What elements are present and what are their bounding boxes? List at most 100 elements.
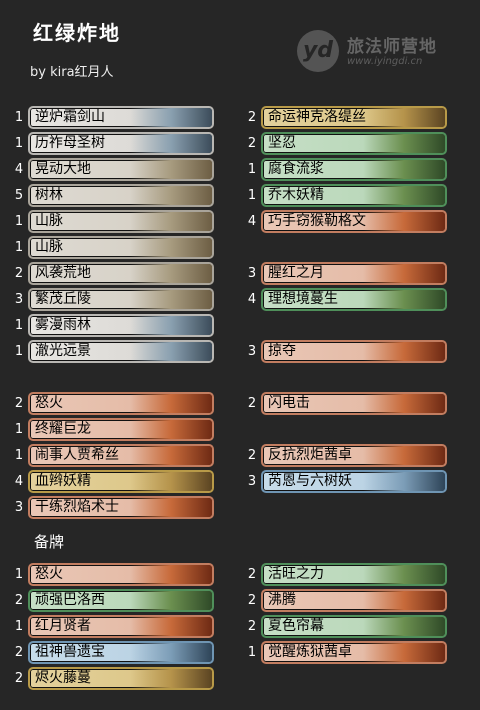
card-bar[interactable]: 红月贤者 (28, 615, 214, 638)
card-bar[interactable]: 腐食流浆 (261, 158, 447, 181)
card-row[interactable]: 1 逆炉霜剑山 (12, 106, 232, 129)
card-count: 5 (14, 188, 24, 203)
card-bar[interactable]: 繁茂丘陵 (28, 288, 214, 311)
card-row[interactable]: 1 红月贤者 (12, 615, 232, 638)
card-count: 3 (247, 474, 257, 489)
card-bar[interactable]: 血辫妖精 (28, 470, 214, 493)
card-count: 1 (14, 214, 24, 229)
card-name: 闪电击 (268, 395, 310, 411)
card-row[interactable]: 1 澈光远景 (12, 340, 232, 363)
card-art-thumbnail (130, 565, 212, 584)
card-count: 1 (14, 344, 24, 359)
card-name: 终耀巨龙 (35, 421, 91, 437)
card-row[interactable]: 1 腐食流浆 (245, 158, 465, 181)
card-row[interactable]: 2 怒火 (12, 392, 232, 415)
card-bar[interactable]: 命运神克洛缇丝 (261, 106, 447, 129)
card-row[interactable]: 5 树林 (12, 184, 232, 207)
card-count: 4 (247, 292, 257, 307)
card-count: 1 (14, 110, 24, 125)
card-name: 坚忍 (268, 135, 296, 151)
card-bar[interactable]: 沸腾 (261, 589, 447, 612)
card-row[interactable]: 2 烬火藤蔓 (12, 667, 232, 690)
card-row[interactable]: 2 坚忍 (245, 132, 465, 155)
card-row[interactable]: 1 乔木妖精 (245, 184, 465, 207)
card-bar[interactable]: 终耀巨龙 (28, 418, 214, 441)
card-row[interactable]: 1 怒火 (12, 563, 232, 586)
card-bar[interactable]: 巧手窃猴勒格文 (261, 210, 447, 233)
card-row[interactable]: 1 山脉 (12, 236, 232, 259)
card-count: 4 (247, 214, 257, 229)
card-row[interactable]: 2 命运神克洛缇丝 (245, 106, 465, 129)
card-row[interactable]: 3 繁茂丘陵 (12, 288, 232, 311)
card-row[interactable]: 3 芮恩与六树妖 (245, 470, 465, 493)
card-bar[interactable]: 闹事人贾希丝 (28, 444, 214, 467)
card-bar[interactable]: 干练烈焰术士 (28, 496, 214, 519)
card-art-thumbnail (130, 160, 212, 179)
card-name: 干练烈焰术士 (35, 499, 119, 515)
card-bar[interactable]: 掠夺 (261, 340, 447, 363)
card-row[interactable]: 1 闹事人贾希丝 (12, 444, 232, 467)
card-bar[interactable]: 山脉 (28, 210, 214, 233)
card-bar[interactable]: 澈光远景 (28, 340, 214, 363)
card-bar[interactable]: 芮恩与六树妖 (261, 470, 447, 493)
card-row[interactable]: 2 沸腾 (245, 589, 465, 612)
card-row[interactable]: 2 顽强巴洛西 (12, 589, 232, 612)
card-row[interactable]: 2 风袭荒地 (12, 262, 232, 285)
card-row[interactable]: 1 觉醒炼狱茜卓 (245, 641, 465, 664)
card-row[interactable]: 2 夏色帘幕 (245, 615, 465, 638)
card-row[interactable]: 2 闪电击 (245, 392, 465, 415)
card-bar[interactable]: 理想境蔓生 (261, 288, 447, 311)
card-bar[interactable]: 顽强巴洛西 (28, 589, 214, 612)
card-row[interactable]: 4 血辫妖精 (12, 470, 232, 493)
card-row[interactable]: 3 掠夺 (245, 340, 465, 363)
deck-title: 红绿炸地 (33, 21, 121, 45)
card-row[interactable]: 2 活旺之力 (245, 563, 465, 586)
card-art-thumbnail (130, 669, 212, 688)
card-row[interactable]: 3 干练烈焰术士 (12, 496, 232, 519)
card-bar[interactable]: 怒火 (28, 392, 214, 415)
card-bar[interactable]: 坚忍 (261, 132, 447, 155)
card-name: 风袭荒地 (35, 265, 91, 281)
card-count: 3 (14, 500, 24, 515)
card-row[interactable]: 1 山脉 (12, 210, 232, 233)
card-row[interactable]: 3 腥红之月 (245, 262, 465, 285)
card-bar[interactable]: 树林 (28, 184, 214, 207)
card-art-thumbnail (130, 446, 212, 465)
card-bar[interactable]: 烬火藤蔓 (28, 667, 214, 690)
card-bar[interactable]: 腥红之月 (261, 262, 447, 285)
card-name: 晃动大地 (35, 161, 91, 177)
card-bar[interactable]: 晃动大地 (28, 158, 214, 181)
card-bar[interactable]: 觉醒炼狱茜卓 (261, 641, 447, 664)
card-row[interactable]: 1 雾漫雨林 (12, 314, 232, 337)
logo-url: www.iyingdi.cn (347, 56, 423, 67)
card-row[interactable]: 2 祖神兽遗宝 (12, 641, 232, 664)
card-row[interactable]: 2 反抗烈炬茜卓 (245, 444, 465, 467)
card-art-thumbnail (130, 238, 212, 257)
card-row[interactable]: 1 历祚母圣树 (12, 132, 232, 155)
card-art-thumbnail (130, 134, 212, 153)
card-bar[interactable]: 祖神兽遗宝 (28, 641, 214, 664)
card-row[interactable]: 1 终耀巨龙 (12, 418, 232, 441)
card-bar[interactable]: 反抗烈炬茜卓 (261, 444, 447, 467)
card-bar[interactable]: 闪电击 (261, 392, 447, 415)
card-bar[interactable]: 活旺之力 (261, 563, 447, 586)
card-bar[interactable]: 乔木妖精 (261, 184, 447, 207)
card-row[interactable]: 4 巧手窃猴勒格文 (245, 210, 465, 233)
card-bar[interactable]: 风袭荒地 (28, 262, 214, 285)
card-name: 掠夺 (268, 343, 296, 359)
card-bar[interactable]: 山脉 (28, 236, 214, 259)
card-bar[interactable]: 历祚母圣树 (28, 132, 214, 155)
card-count: 2 (247, 136, 257, 151)
card-row[interactable]: 4 理想境蔓生 (245, 288, 465, 311)
card-bar[interactable]: 怒火 (28, 563, 214, 586)
card-bar[interactable]: 逆炉霜剑山 (28, 106, 214, 129)
card-bar[interactable]: 夏色帘幕 (261, 615, 447, 638)
card-name: 繁茂丘陵 (35, 291, 91, 307)
card-count: 2 (247, 396, 257, 411)
card-count: 2 (247, 619, 257, 634)
card-art-thumbnail (130, 186, 212, 205)
card-row[interactable]: 4 晃动大地 (12, 158, 232, 181)
card-count: 1 (14, 240, 24, 255)
card-name: 巧手窃猴勒格文 (268, 213, 366, 229)
card-bar[interactable]: 雾漫雨林 (28, 314, 214, 337)
